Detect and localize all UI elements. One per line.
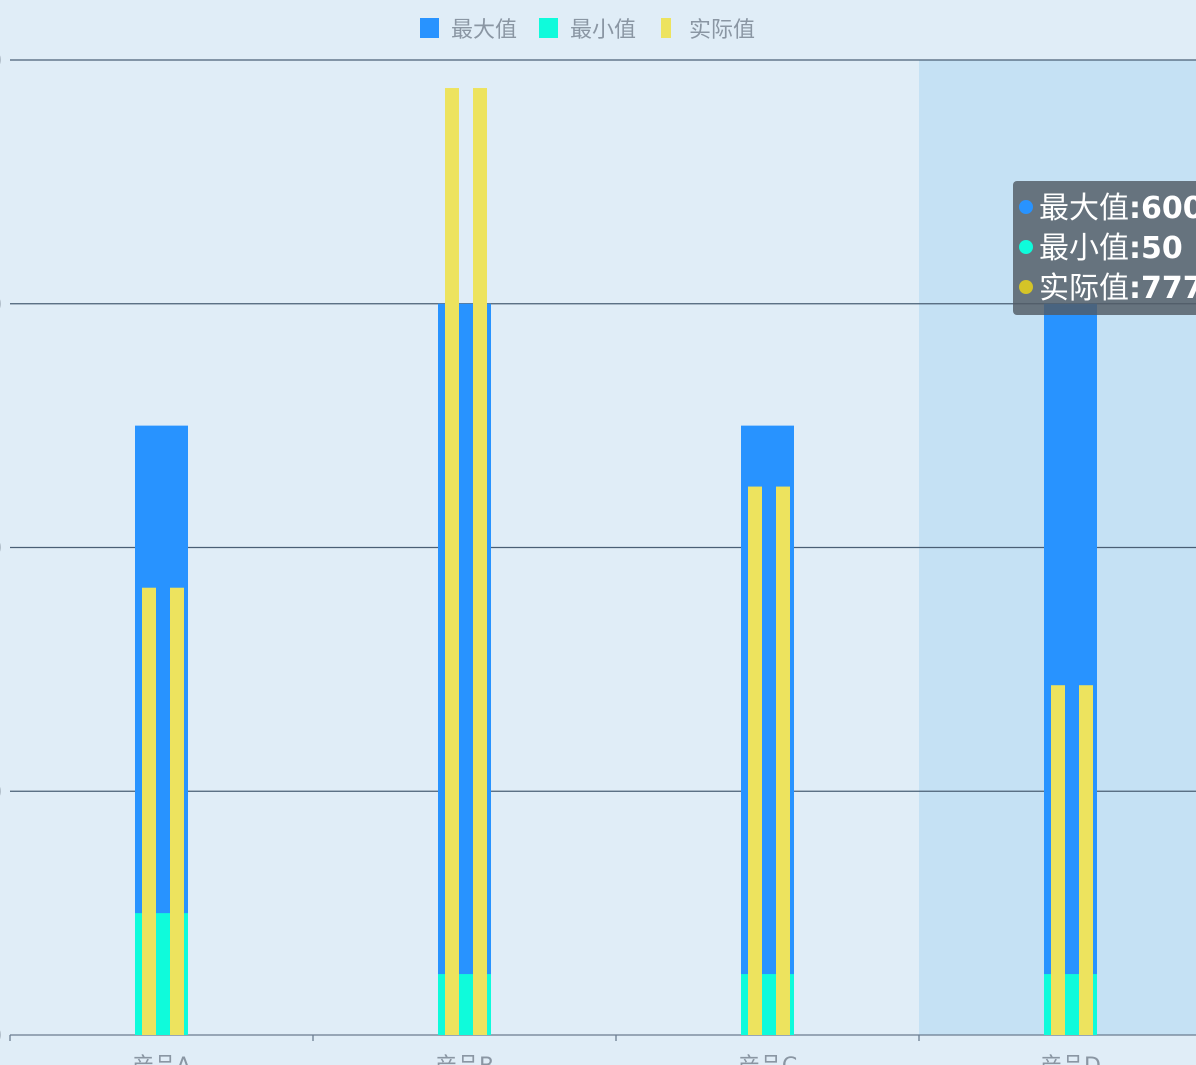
bar-chart: 0200400600800产品A产品B产品C产品D最大值最小值实际值 [0, 18, 1196, 1065]
y-tick-label: 200 [0, 780, 2, 805]
bar-actual [1079, 685, 1093, 1035]
legend-label: 实际值 [689, 18, 755, 43]
tooltip-max-name: 最大值 [1039, 191, 1129, 226]
x-tick-label: 产品A [132, 1054, 191, 1065]
tooltip-row-max: 最大值:600 [1019, 189, 1196, 229]
tooltip-actual-value: 777 [1141, 271, 1196, 306]
tooltip-row-actual: 实际值:777 [1019, 269, 1196, 309]
y-tick-label: 800 [0, 49, 2, 74]
bar-actual [445, 88, 459, 1035]
tooltip-min-name: 最小值 [1039, 231, 1129, 266]
tooltip-actual-name: 实际值 [1039, 271, 1129, 306]
bar-actual [1051, 685, 1065, 1035]
x-tick-label: 产品B [435, 1054, 494, 1065]
chart-tooltip: 最大值:600 最小值:50 实际值:777 [1013, 181, 1196, 315]
bar-actual [748, 486, 762, 1035]
tooltip-actual-marker [1019, 280, 1033, 294]
tooltip-max-value: 600 [1141, 191, 1196, 226]
legend-swatch [539, 18, 558, 38]
tooltip-min-marker [1019, 240, 1033, 254]
legend-label: 最大值 [451, 18, 517, 43]
y-tick-label: 600 [0, 293, 2, 318]
bar-actual [170, 587, 184, 1035]
bar-actual [776, 486, 790, 1035]
y-tick-label: 400 [0, 537, 2, 562]
legend-swatch [420, 18, 439, 38]
y-tick-label: 0 [0, 1024, 2, 1049]
x-tick-label: 产品C [738, 1054, 797, 1065]
legend-swatch [661, 18, 671, 38]
tooltip-row-min: 最小值:50 [1019, 229, 1196, 269]
tooltip-min-value: 50 [1141, 231, 1183, 266]
x-tick-label: 产品D [1040, 1054, 1101, 1065]
bar-actual [142, 587, 156, 1035]
legend-label: 最小值 [570, 18, 636, 43]
bar-actual [473, 88, 487, 1035]
chart-container: 0200400600800产品A产品B产品C产品D最大值最小值实际值 最大值:6… [0, 0, 1196, 1065]
tooltip-max-marker [1019, 200, 1033, 214]
